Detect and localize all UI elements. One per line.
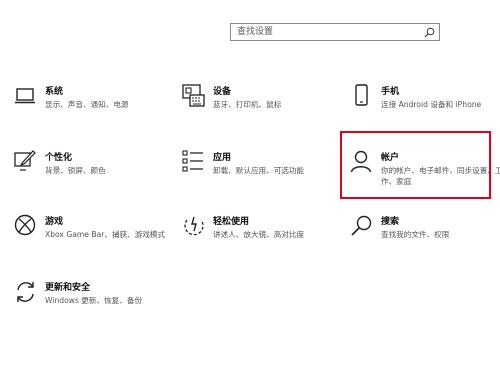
tile-gaming[interactable]: 游戏 Xbox Game Bar、捕获、游戏模式 <box>14 214 165 260</box>
search-input[interactable]: 查找设置 <box>230 23 440 41</box>
tile-desc: 卸载、默认应用、可选功能 <box>213 166 305 175</box>
tile-ease-of-access[interactable]: 轻松使用 讲述人、放大镜、高对比度 <box>182 214 332 260</box>
tile-title: 系统 <box>45 87 64 97</box>
search-icon <box>424 27 435 38</box>
phone-icon <box>355 84 368 106</box>
tile-phone[interactable]: 手机 连接 Android 设备和 iPhone <box>350 84 500 130</box>
personalize-icon <box>14 150 36 171</box>
tile-search[interactable]: 搜索 查找我的文件、权限 <box>350 214 500 260</box>
tile-desc: 背景、锁屏、颜色 <box>45 166 106 175</box>
tile-desc: 显示、声音、通知、电源 <box>45 100 129 109</box>
search-placeholder: 查找设置 <box>237 27 274 37</box>
tile-apps[interactable]: 应用 卸载、默认应用、可选功能 <box>182 150 332 196</box>
xbox-icon <box>14 214 36 236</box>
ease-of-access-icon <box>184 216 204 236</box>
title-bar <box>0 0 500 8</box>
tile-devices[interactable]: 设备 蓝牙、打印机、鼠标 <box>182 84 332 130</box>
tile-title: 应用 <box>213 153 232 163</box>
tile-desc: 蓝牙、打印机、鼠标 <box>213 100 282 109</box>
tile-personalization[interactable]: 个性化 背景、锁屏、颜色 <box>14 150 164 196</box>
tile-title: 个性化 <box>45 153 73 163</box>
tile-title: 手机 <box>381 87 400 97</box>
tile-desc: 讲述人、放大镜、高对比度 <box>213 230 305 239</box>
tile-desc: 查找我的文件、权限 <box>381 230 450 239</box>
tile-desc: Windows 更新、恢复、备份 <box>45 296 143 305</box>
search-icon <box>351 215 372 236</box>
update-icon <box>17 282 34 302</box>
tile-title: 搜索 <box>381 217 400 227</box>
tile-desc: 连接 Android 设备和 iPhone <box>381 100 482 109</box>
laptop-icon <box>15 88 35 104</box>
tile-system[interactable]: 系统 显示、声音、通知、电源 <box>14 84 164 130</box>
apps-icon <box>182 150 203 172</box>
accounts-highlight-box <box>340 131 491 199</box>
tile-title: 更新和安全 <box>45 283 91 293</box>
tile-title: 游戏 <box>45 217 64 227</box>
keyboard-icon <box>182 84 205 107</box>
tile-desc: Xbox Game Bar、捕获、游戏模式 <box>45 230 166 239</box>
tile-update-security[interactable]: 更新和安全 Windows 更新、恢复、备份 <box>14 280 164 326</box>
tile-title: 轻松使用 <box>213 217 250 227</box>
tile-title: 设备 <box>213 87 232 97</box>
